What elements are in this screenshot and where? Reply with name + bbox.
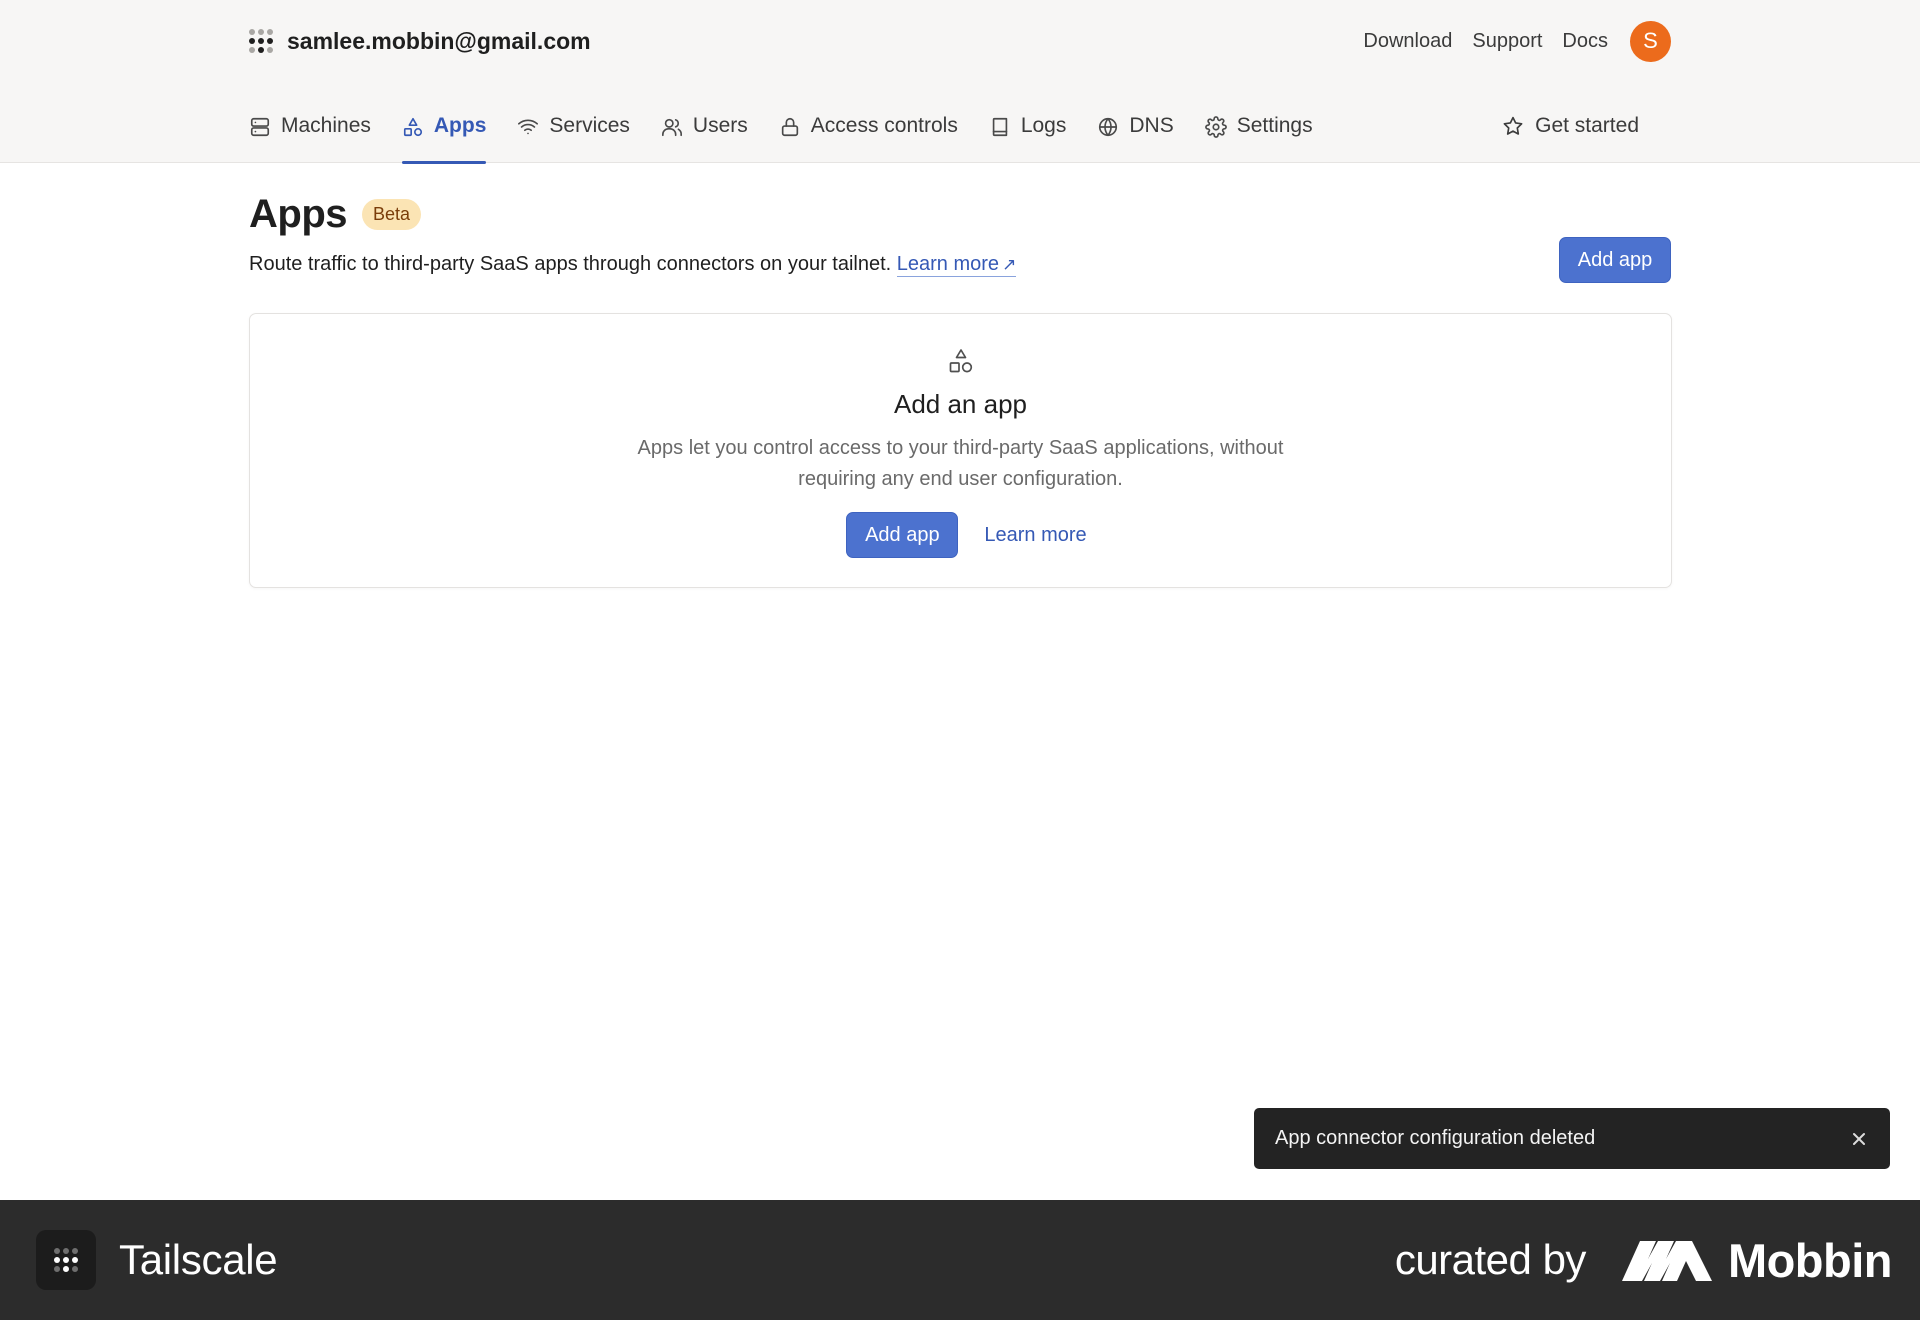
nav-item-label: Services [549,114,630,137]
empty-state-learn-more-link[interactable]: Learn more [984,524,1086,547]
nav-item-access-controls[interactable]: Access controls [779,96,958,163]
page-header: Apps Beta Route traffic to third-party S… [249,192,1671,292]
download-link[interactable]: Download [1363,30,1452,53]
avatar[interactable]: S [1630,20,1671,62]
nav-item-label: Machines [281,114,371,137]
curated-by-text: curated by [1394,1236,1587,1283]
nav-item-label: Users [692,114,748,137]
nav-item-label: Apps [433,114,487,137]
close-icon[interactable] [1850,1130,1868,1148]
get-started-label: Get started [1535,114,1639,137]
nav-item-logs[interactable]: Logs [989,96,1067,163]
nav-item-label: Settings [1236,114,1313,137]
empty-state-add-app-button[interactable]: Add app [846,512,959,558]
lock-icon [781,117,798,137]
account-email: samlee.mobbin@gmail.com [287,27,591,54]
server-icon [250,117,270,137]
top-header: samlee.mobbin@gmail.com Download Support… [0,0,1920,164]
page-subtitle: Route traffic to third-party SaaS apps t… [249,253,1671,277]
mobbin-logo-icon [1621,1241,1712,1281]
nav-item-settings[interactable]: Settings [1204,96,1313,163]
docs-link[interactable]: Docs [1562,30,1608,53]
tailscale-app-icon [36,1230,96,1290]
nav-item-users[interactable]: Users [661,96,748,163]
shapes-icon [946,347,976,377]
main-nav: Machines Apps Services Users Access cont… [249,96,1671,164]
learn-more-link[interactable]: Learn more ↗ [896,253,1017,277]
nav-item-services[interactable]: Services [517,96,630,163]
empty-state-card: Add an app Apps let you control access t… [249,313,1672,588]
mobbin-logo: Mobbin [1621,1233,1893,1288]
nav-item-label: Logs [1020,114,1067,137]
star-icon [1503,116,1523,135]
tailscale-logo-icon [249,29,273,53]
external-link-icon: ↗ [1002,255,1017,274]
curated-by: curated by Mobbin [1394,1233,1893,1288]
top-links: Download Support Docs S [1363,20,1671,62]
brand: Tailscale [36,1230,278,1290]
nav-item-machines[interactable]: Machines [249,96,371,163]
mobbin-name: Mobbin [1727,1233,1893,1287]
users-icon [661,118,682,137]
nav-item-apps[interactable]: Apps [401,96,487,164]
toast-message: App connector configuration deleted [1275,1127,1596,1149]
empty-state-actions: Add app Learn more [250,512,1671,558]
shapes-icon [403,117,422,137]
nav-item-label: DNS [1129,114,1174,137]
globe-icon [1099,117,1118,137]
learn-more-label: Learn more [896,253,1000,275]
account-bar: samlee.mobbin@gmail.com Download Support… [249,18,1671,64]
add-app-button[interactable]: Add app [1559,237,1671,283]
nav-item-label: Access controls [810,114,958,137]
support-link[interactable]: Support [1472,30,1542,53]
empty-state-description: Apps let you control access to your thir… [637,437,1284,490]
wifi-icon [518,119,539,135]
subtitle-text: Route traffic to third-party SaaS apps t… [249,253,892,275]
empty-state-title: Add an app [893,389,1027,419]
toast-notification: App connector configuration deleted [1254,1108,1890,1169]
nav-item-dns[interactable]: DNS [1097,96,1174,163]
gear-icon [1204,116,1227,138]
page-title: Apps [249,192,348,236]
book-icon [992,117,1008,137]
beta-badge: Beta [362,199,422,230]
account-switcher[interactable]: samlee.mobbin@gmail.com [249,28,591,55]
get-started-link[interactable]: Get started [1502,96,1671,138]
footer-banner: Tailscale curated by Mobbin [0,1200,1920,1320]
brand-name: Tailscale [119,1236,278,1283]
